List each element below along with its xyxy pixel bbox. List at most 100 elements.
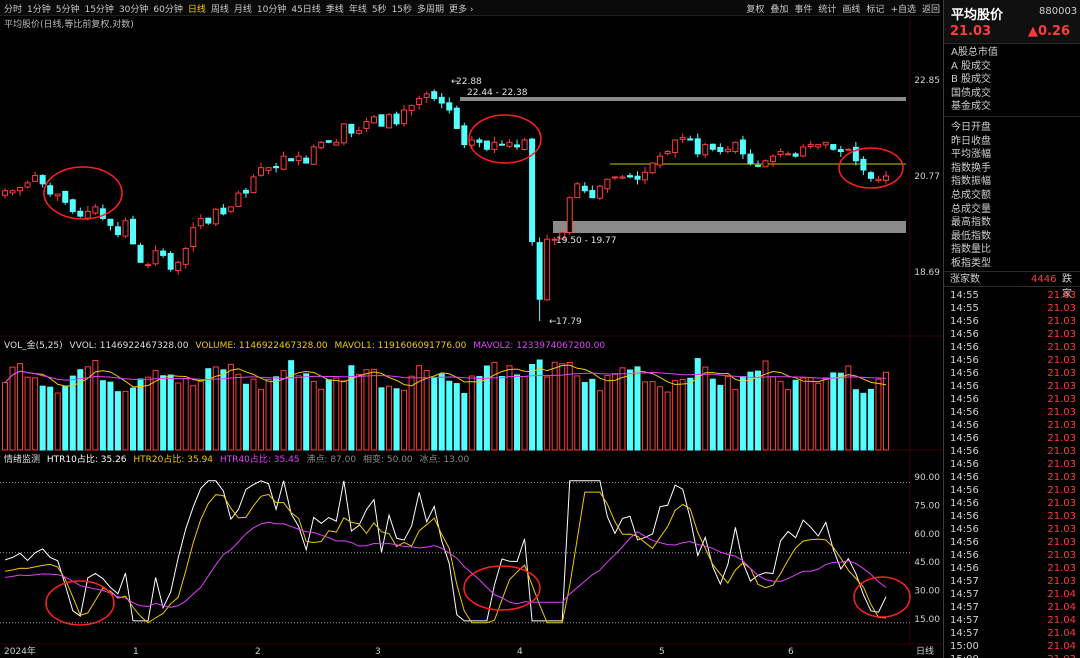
period-tab-7[interactable]: 周线 [211,5,229,15]
period-tab-13[interactable]: 5秒 [372,5,387,15]
tick-time: 14:56 [950,524,979,535]
tool-button-3[interactable]: 统计 [818,5,836,15]
candle-body [438,96,445,104]
htr40-line [4,521,887,608]
quote-field-15[interactable]: 板指类型 [944,257,1080,271]
volume-bar [310,380,317,451]
tick-time: 15:00 [950,653,979,658]
quote-field-10[interactable]: 总成交额 [944,189,1080,203]
period-tab-14[interactable]: 15秒 [392,5,412,15]
volume-bar [717,384,724,451]
volume-bar [333,377,340,451]
quote-field-0[interactable]: A股总市值 [944,46,1080,60]
volume-bar [401,389,408,451]
quote-field-9[interactable]: 指数振幅 [944,175,1080,189]
period-tab-3[interactable]: 15分钟 [84,5,113,15]
period-tab-9[interactable]: 10分钟 [257,5,286,15]
period-tab-11[interactable]: 季线 [326,5,344,15]
x-axis-label: 2 [255,647,261,657]
candle-body [39,175,46,185]
quote-field-2[interactable]: B 股成交 [944,73,1080,87]
volume-bar [438,373,445,451]
candle-body [137,244,144,263]
candle-body [423,93,430,98]
candle-body [642,171,649,181]
quote-field-6[interactable]: 昨日收盘 [944,135,1080,149]
quote-field-12[interactable]: 最高指数 [944,216,1080,230]
quote-field-1[interactable]: A 股成交 [944,60,1080,74]
axis-labels: 22.85 20.77 18.69 22.8822.44 - 22.38 19.50 -… [4,76,940,657]
volume-bar [355,373,362,451]
period-tab-6[interactable]: 日线 [188,5,206,15]
period-tab-4[interactable]: 30分钟 [119,5,148,15]
period-tab-10[interactable]: 45日线 [291,5,320,15]
volume-bar [242,383,249,451]
candle-body [634,175,641,180]
tool-button-2[interactable]: 事件 [794,5,812,15]
candle-body [739,139,746,155]
tool-button-5[interactable]: 标记 [866,5,884,15]
volume-bar [679,378,686,451]
quote-field-8[interactable]: 指数换手 [944,162,1080,176]
candle-body [514,144,521,148]
candle-body [694,138,701,155]
tick-time: 14:57 [950,576,979,587]
tick-price: 21.03 [1047,576,1076,587]
tool-button-7[interactable]: 返回 [922,5,940,15]
candle-body [386,114,393,129]
tool-button-0[interactable]: 复权 [746,5,764,15]
tick-row: 15:00 21.04 [944,640,1080,653]
grid-lines [0,18,943,645]
quote-panel: 平均股价 880003 21.03 ▲0.26 A股总市值 A 股成交 B 股成交国… [943,0,1080,658]
volume-bar [822,377,829,451]
volume-bar [574,375,581,451]
period-tab-16[interactable]: 更多 › [449,5,473,15]
candle-body [491,141,498,150]
quote-field-4[interactable]: 基金成交 [944,100,1080,114]
period-tab-0[interactable]: 分时 [4,5,22,15]
candle-body [581,185,588,192]
volume-bar [227,363,234,451]
price-annotation-low: 17.79 [556,317,582,327]
emo-ice: 冰点: 13.00 [419,455,470,465]
tool-button-1[interactable]: 叠加 [770,5,788,15]
period-tab-8[interactable]: 月线 [234,5,252,15]
quote-field-13[interactable]: 最低指数 [944,230,1080,244]
period-tab-1[interactable]: 1分钟 [27,5,51,15]
tick-row: 14:57 21.04 [944,588,1080,601]
candle-body [280,155,287,170]
quote-field-3[interactable]: 国债成交 [944,87,1080,101]
volume-bar [657,386,664,451]
quote-field-11[interactable]: 总成交量 [944,203,1080,217]
tick-time: 14:56 [950,485,979,496]
period-tab-12[interactable]: 年线 [349,5,367,15]
candle-body [657,155,664,166]
quote-field-7[interactable]: 平均涨幅 [944,148,1080,162]
candle-body [24,182,31,188]
index-name: 平均股价 [951,8,1004,23]
candle-body [845,148,852,151]
volume-bar [325,379,332,451]
candle-body [837,149,844,153]
candle-body [99,208,106,219]
candle-body [333,141,340,146]
candles[interactable] [2,89,889,322]
candle-body [370,116,377,124]
period-tab-2[interactable]: 5分钟 [56,5,80,15]
candle-body [265,167,272,171]
volume-bar [258,388,265,451]
quote-field-5[interactable]: 今日开盘 [944,121,1080,135]
candle-body [122,220,129,237]
quote-field-14[interactable]: 指数量比 [944,243,1080,257]
volume-bar [687,377,694,451]
highlight-circle [838,147,904,189]
tick-time: 14:56 [950,563,979,574]
volume-bar [777,380,784,451]
period-tab-5[interactable]: 60分钟 [153,5,182,15]
tick-row: 15:00 21.03 [944,653,1080,658]
period-tab-15[interactable]: 多周期 [417,5,444,15]
quote-header: 平均股价 880003 21.03 ▲0.26 [944,0,1080,44]
tool-button-6[interactable]: +自选 [890,5,916,15]
tool-button-4[interactable]: 画线 [842,5,860,15]
tick-row: 14:56 21.03 [944,380,1080,393]
